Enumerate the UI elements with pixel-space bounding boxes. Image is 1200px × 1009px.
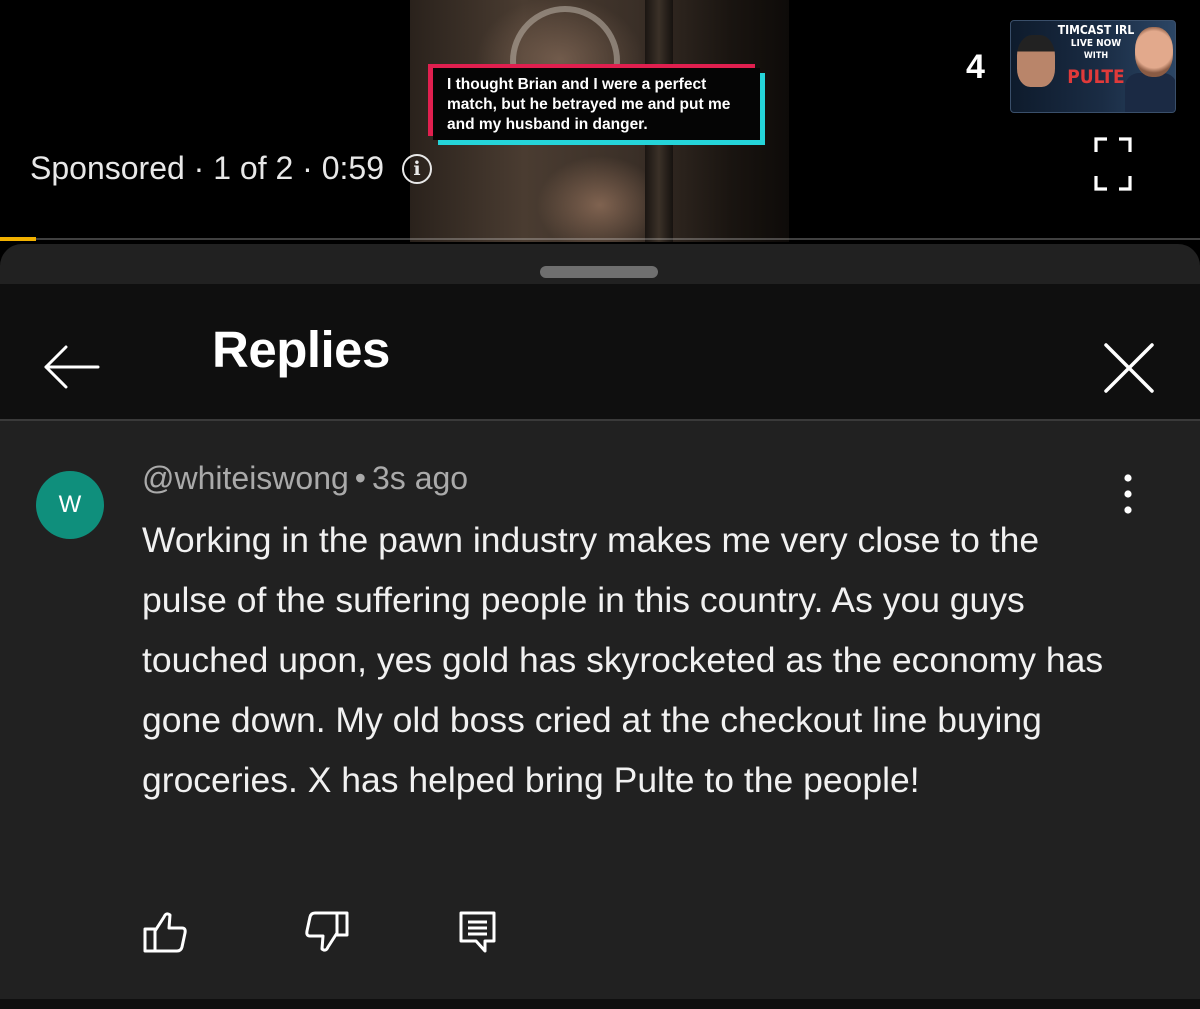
ad-status: Sponsored · 1 of 2 · 0:59 i [30, 150, 432, 187]
promo-line3: WITH [1083, 51, 1109, 61]
back-arrow-icon[interactable] [40, 342, 102, 392]
avatar[interactable]: W [36, 471, 104, 539]
replies-header: Replies [0, 284, 1200, 419]
page-title: Replies [212, 321, 390, 378]
thumbs-down-icon[interactable] [304, 909, 350, 955]
comment-author[interactable]: @whiteiswong [142, 460, 349, 496]
reply-icon[interactable] [456, 909, 502, 955]
queue-count: 4 [966, 48, 985, 86]
comment-meta: @whiteiswong • 3s ago [142, 460, 468, 497]
bottom-bar [0, 999, 1200, 1009]
promo-line4: PULTE [1067, 66, 1125, 88]
replies-sheet: Replies W @whiteiswong • 3s ago Working in… [0, 244, 1200, 1009]
info-icon[interactable]: i [402, 153, 432, 184]
meta-separator: • [354, 460, 366, 496]
ad-progress-bar [0, 237, 36, 241]
thumbs-up-icon[interactable] [142, 909, 188, 955]
progress-track[interactable] [36, 238, 1200, 240]
promo-text: TIMCAST IRL LIVE NOW WITH PULTE [1051, 23, 1141, 89]
close-icon[interactable] [1100, 339, 1158, 397]
video-player[interactable]: I thought Brian and I were a perfect mat… [0, 0, 1200, 242]
header-divider [0, 419, 1200, 421]
ad-status-text: Sponsored · 1 of 2 · 0:59 [30, 150, 384, 186]
promo-line2: LIVE NOW [1070, 38, 1122, 49]
ad-caption: I thought Brian and I were a perfect mat… [433, 68, 760, 140]
drag-handle[interactable] [540, 266, 658, 278]
comment-time: 3s ago [372, 460, 469, 496]
fullscreen-icon[interactable] [1094, 137, 1132, 191]
comment-text: Working in the pawn industry makes me ve… [142, 520, 1104, 800]
host-photo [1017, 35, 1055, 87]
promo-thumbnail[interactable]: TIMCAST IRL LIVE NOW WITH PULTE [1010, 20, 1176, 113]
promo-line1: TIMCAST IRL [1057, 23, 1135, 37]
